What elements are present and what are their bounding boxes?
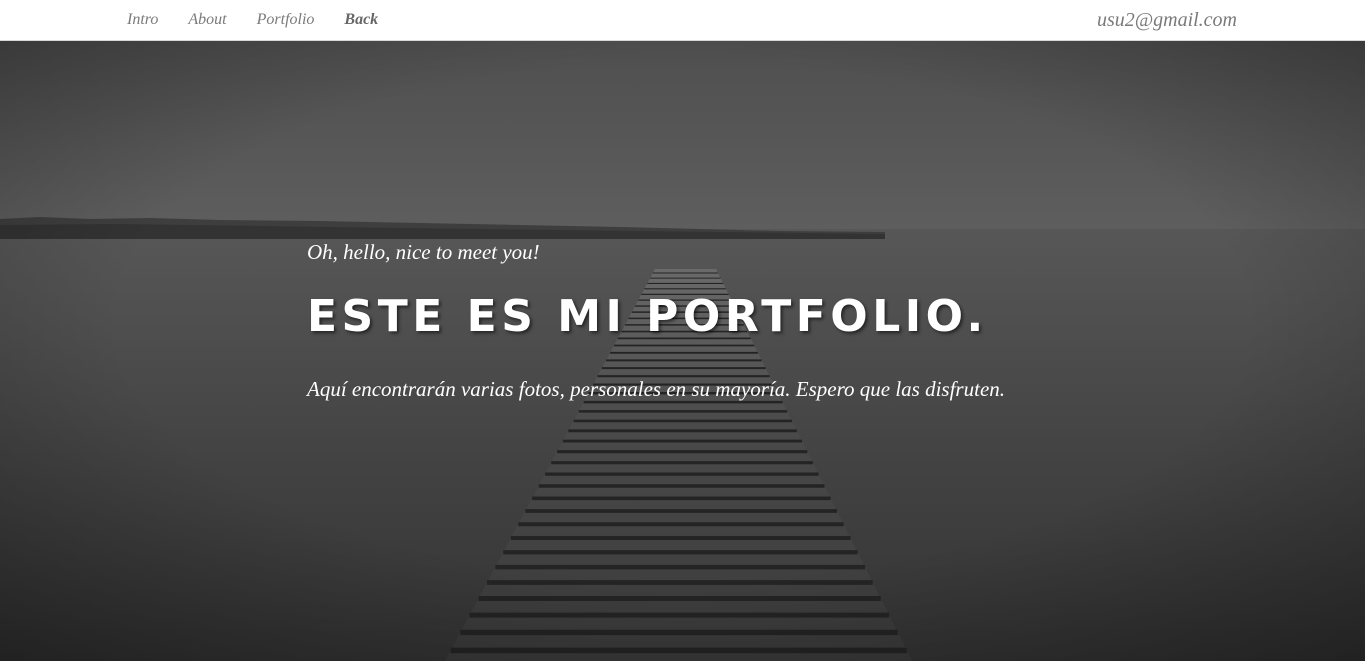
nav-link-portfolio[interactable]: Portfolio <box>257 11 315 29</box>
top-navbar: Intro About Portfolio Back usu2@gmail.co… <box>0 0 1365 41</box>
hero-subtitle: Aquí encontrarán varias fotos, personale… <box>307 377 1006 401</box>
nav-email-link[interactable]: usu2@gmail.com <box>1097 0 1237 40</box>
nav-link-about[interactable]: About <box>188 11 226 29</box>
hero-background-image <box>0 41 1365 661</box>
nav-link-intro[interactable]: Intro <box>127 11 158 29</box>
nav-links: Intro About Portfolio Back <box>127 0 408 40</box>
nav-link-back[interactable]: Back <box>344 11 378 29</box>
hero-title: ESTE ES MI PORTFOLIO. <box>307 291 988 342</box>
hero-greeting: Oh, hello, nice to meet you! <box>307 240 540 264</box>
hero-section: Oh, hello, nice to meet you! ESTE ES MI … <box>0 41 1365 661</box>
